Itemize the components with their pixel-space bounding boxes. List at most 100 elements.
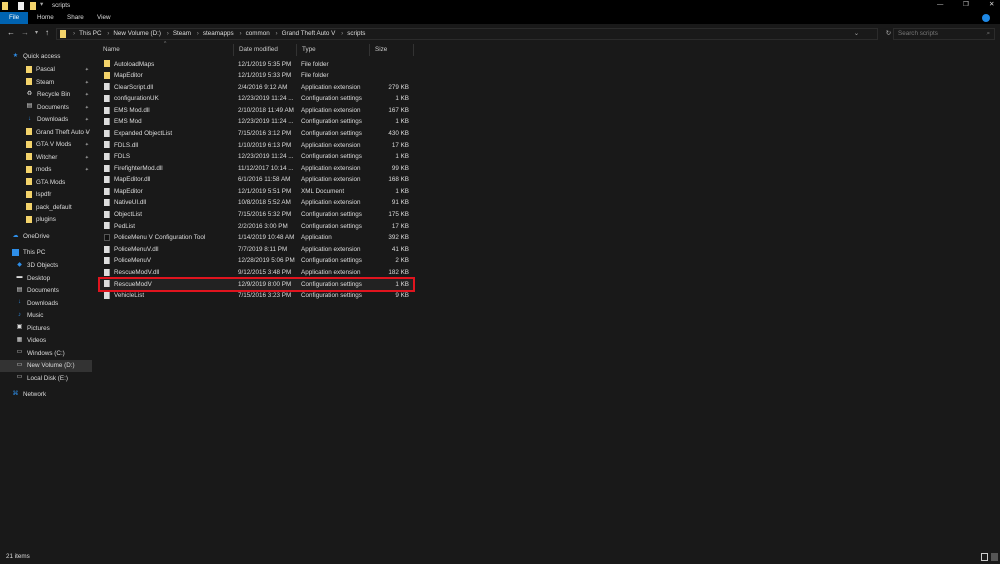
file-name: MapEditor.dll bbox=[114, 176, 151, 184]
file-row[interactable]: FDLS.dll 1/10/2019 6:13 PM Application ext… bbox=[100, 140, 413, 151]
file-row[interactable]: PoliceMenuV 12/28/2019 5:06 PM Configurati… bbox=[100, 255, 413, 266]
large-icons-view-button[interactable] bbox=[991, 553, 998, 561]
breadcrumb-scripts[interactable]: scripts bbox=[347, 30, 365, 37]
pin-icon[interactable]: ✦ bbox=[85, 89, 89, 101]
breadcrumb-new-volume[interactable]: New Volume (D:) bbox=[113, 30, 161, 37]
nav-quick-documents[interactable]: ▤ Documents ✦ bbox=[0, 102, 92, 114]
nav-quick-downloads[interactable]: ↓ Downloads ✦ bbox=[0, 114, 92, 126]
file-name: Expanded ObjectList bbox=[114, 129, 173, 137]
column-header-type[interactable]: Type bbox=[297, 44, 370, 56]
nav-pc-videos[interactable]: ▦ Videos bbox=[0, 335, 92, 347]
column-header-name[interactable]: Name bbox=[98, 44, 234, 56]
file-icon bbox=[104, 187, 110, 195]
pin-icon[interactable]: ✦ bbox=[85, 102, 89, 114]
file-row[interactable]: ObjectList 7/15/2016 5:32 PM Configuration… bbox=[100, 209, 413, 220]
file-row[interactable]: MapEditor.dll 6/1/2016 11:58 AM Applicatio… bbox=[100, 174, 413, 185]
search-input[interactable]: Search scripts ⌕ bbox=[893, 28, 995, 40]
file-row[interactable]: EMS Mod 12/23/2019 11:24 ... Configuration… bbox=[100, 116, 413, 127]
nav-pc-pictures[interactable]: ▣ Pictures bbox=[0, 323, 92, 335]
file-name: PoliceMenuV.dll bbox=[114, 245, 159, 253]
breadcrumb-this-pc[interactable]: This PC bbox=[79, 30, 101, 37]
breadcrumb-gta-v[interactable]: Grand Theft Auto V bbox=[282, 30, 336, 37]
file-date: 11/12/2017 10:14 ... bbox=[238, 164, 294, 172]
nav-quick-grand-theft-auto-v[interactable]: Grand Theft Auto V ✦ bbox=[0, 127, 92, 139]
nav-quick-mods[interactable]: mods ✦ bbox=[0, 164, 92, 176]
file-row[interactable]: PoliceMenu V Configuration Tool 1/14/2019… bbox=[100, 232, 413, 243]
tab-home[interactable]: Home bbox=[31, 12, 60, 24]
nav-quick-recycle-bin[interactable]: ♻ Recycle Bin ✦ bbox=[0, 89, 92, 101]
pin-icon[interactable]: ✦ bbox=[85, 127, 89, 139]
details-view-button[interactable] bbox=[981, 553, 988, 561]
file-row[interactable]: NativeUI.dll 10/8/2018 5:52 AM Application… bbox=[100, 197, 413, 208]
nav-pc-local-disk-e-[interactable]: ▭ Local Disk (E:) bbox=[0, 373, 92, 385]
customize-toolbar-icon[interactable]: ▾ bbox=[40, 1, 43, 8]
file-row[interactable]: RescueModV.dll 9/12/2015 3:48 PM Applicati… bbox=[100, 267, 413, 278]
up-button[interactable]: ↑ bbox=[45, 28, 49, 37]
nav-pc-windows-c-[interactable]: ▭ Windows (C:) bbox=[0, 348, 92, 360]
file-row[interactable]: configurationUK 12/23/2019 11:24 ... Confi… bbox=[100, 93, 413, 104]
nav-this-pc[interactable]: This PC bbox=[0, 247, 92, 259]
file-date: 10/8/2018 5:52 AM bbox=[238, 199, 291, 207]
nav-pc-documents[interactable]: ▤ Documents bbox=[0, 285, 92, 297]
nav-pc-desktop[interactable]: ▬ Desktop bbox=[0, 273, 92, 285]
file-row[interactable]: ClearScript.dll 2/4/2016 9:12 AM Applicati… bbox=[100, 82, 413, 93]
column-header-date[interactable]: Date modified bbox=[234, 44, 297, 56]
column-header-size[interactable]: Size bbox=[370, 44, 414, 56]
nav-pc-new-volume-d-[interactable]: ▭ New Volume (D:) bbox=[0, 360, 92, 372]
nav-quick-witcher[interactable]: Witcher ✦ bbox=[0, 152, 92, 164]
file-row[interactable]: MapEditor 12/1/2019 5:51 PM XML Document 1 … bbox=[100, 186, 413, 197]
tab-share[interactable]: Share bbox=[61, 12, 90, 24]
nav-onedrive[interactable]: ☁ OneDrive bbox=[0, 231, 92, 243]
file-date: 1/14/2019 10:48 AM bbox=[238, 234, 295, 242]
nav-quick-plugins[interactable]: plugins bbox=[0, 214, 92, 226]
file-row[interactable]: FirefighterMod.dll 11/12/2017 10:14 ... Ap… bbox=[100, 163, 413, 174]
file-name: ClearScript.dll bbox=[114, 83, 154, 91]
breadcrumb-common[interactable]: common bbox=[246, 30, 270, 37]
nav-quick-access[interactable]: ★ Quick access bbox=[0, 51, 92, 63]
properties-icon[interactable] bbox=[18, 2, 24, 10]
forward-button[interactable]: → bbox=[21, 28, 29, 37]
file-row[interactable]: PedList 2/2/2016 3:00 PM Configuration set… bbox=[100, 221, 413, 232]
close-button[interactable]: ✕ bbox=[989, 1, 994, 8]
minimize-button[interactable]: — bbox=[937, 1, 943, 8]
breadcrumb-steam[interactable]: Steam bbox=[173, 30, 191, 37]
back-button[interactable]: ← bbox=[7, 28, 15, 37]
pin-icon[interactable]: ✦ bbox=[85, 139, 89, 151]
address-dropdown-icon[interactable]: ⌄ bbox=[854, 29, 859, 39]
nav-pc-music[interactable]: ♪ Music bbox=[0, 310, 92, 322]
file-icon bbox=[104, 199, 110, 207]
file-row[interactable]: VehicleList 7/15/2016 3:23 PM Configuratio… bbox=[100, 290, 413, 301]
file-row[interactable]: EMS Mod.dll 2/10/2018 11:49 AM Application… bbox=[100, 105, 413, 116]
file-row[interactable]: PoliceMenuV.dll 7/7/2019 8:11 PM Applicati… bbox=[100, 244, 413, 255]
file-row[interactable]: MapEditor 12/1/2019 5:33 PM File folder bbox=[100, 70, 413, 81]
refresh-icon[interactable]: ↻ bbox=[886, 29, 891, 39]
nav-quick-pascal[interactable]: Pascal ✦ bbox=[0, 64, 92, 76]
file-row[interactable]: Expanded ObjectList 7/15/2016 3:12 PM Conf… bbox=[100, 128, 413, 139]
pin-icon[interactable]: ✦ bbox=[85, 77, 89, 89]
address-bar[interactable]: › This PC › New Volume (D:) › Steam › steama… bbox=[56, 28, 891, 40]
nav-quick-pack-default[interactable]: pack_default bbox=[0, 202, 92, 214]
file-row[interactable]: FDLS 12/23/2019 11:24 ... Configuration se… bbox=[100, 151, 413, 162]
item-count: 21 items bbox=[6, 553, 30, 560]
file-row[interactable]: RescueModV 12/9/2019 8:00 PM Configuration… bbox=[98, 276, 415, 292]
breadcrumb-steamapps[interactable]: steamapps bbox=[203, 30, 234, 37]
new-folder-icon[interactable] bbox=[30, 2, 36, 10]
nav-network[interactable]: ⌘ Network bbox=[0, 389, 92, 401]
nav-pc-downloads[interactable]: ↓ Downloads bbox=[0, 298, 92, 310]
tab-view[interactable]: View bbox=[91, 12, 117, 24]
tab-file[interactable]: File bbox=[0, 12, 29, 24]
nav-label: GTA Mods bbox=[36, 178, 66, 186]
file-row[interactable]: AutoloadMaps 12/1/2019 5:35 PM File folder bbox=[100, 59, 413, 70]
maximize-button[interactable]: ❐ bbox=[963, 1, 969, 8]
nav-quick-gta-mods[interactable]: GTA Mods bbox=[0, 177, 92, 189]
nav-pc-3d-objects[interactable]: ◆ 3D Objects bbox=[0, 260, 92, 272]
pin-icon[interactable]: ✦ bbox=[85, 152, 89, 164]
pin-icon[interactable]: ✦ bbox=[85, 64, 89, 76]
recent-locations-button[interactable]: ▾ bbox=[35, 29, 38, 36]
nav-quick-lspdfr[interactable]: lspdfr bbox=[0, 189, 92, 201]
pin-icon[interactable]: ✦ bbox=[85, 164, 89, 176]
pin-icon[interactable]: ✦ bbox=[85, 114, 89, 126]
help-icon[interactable] bbox=[982, 14, 990, 22]
nav-quick-steam[interactable]: Steam ✦ bbox=[0, 77, 92, 89]
nav-quick-gta-v-mods[interactable]: GTA V Mods ✦ bbox=[0, 139, 92, 151]
